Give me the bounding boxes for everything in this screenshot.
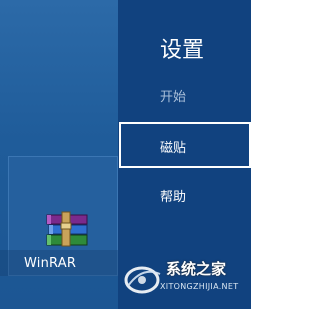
charm-item-start[interactable]: 开始 — [160, 86, 186, 105]
winrar-books-icon — [46, 211, 88, 247]
watermark-text: 系统之家 — [166, 260, 227, 278]
tile-label: WinRAR — [24, 256, 77, 271]
charm-item-help[interactable]: 帮助 — [160, 186, 186, 205]
charm-title: 设置 — [160, 38, 205, 63]
windows8-screen: WinRAR 设置 开始 磁贴 帮助 系统之家 XITONGZHIJIA.NET — [0, 0, 251, 309]
watermark-url: XITONGZHIJIA.NET — [160, 282, 239, 291]
charm-item-tiles[interactable]: 磁贴 — [160, 137, 186, 156]
